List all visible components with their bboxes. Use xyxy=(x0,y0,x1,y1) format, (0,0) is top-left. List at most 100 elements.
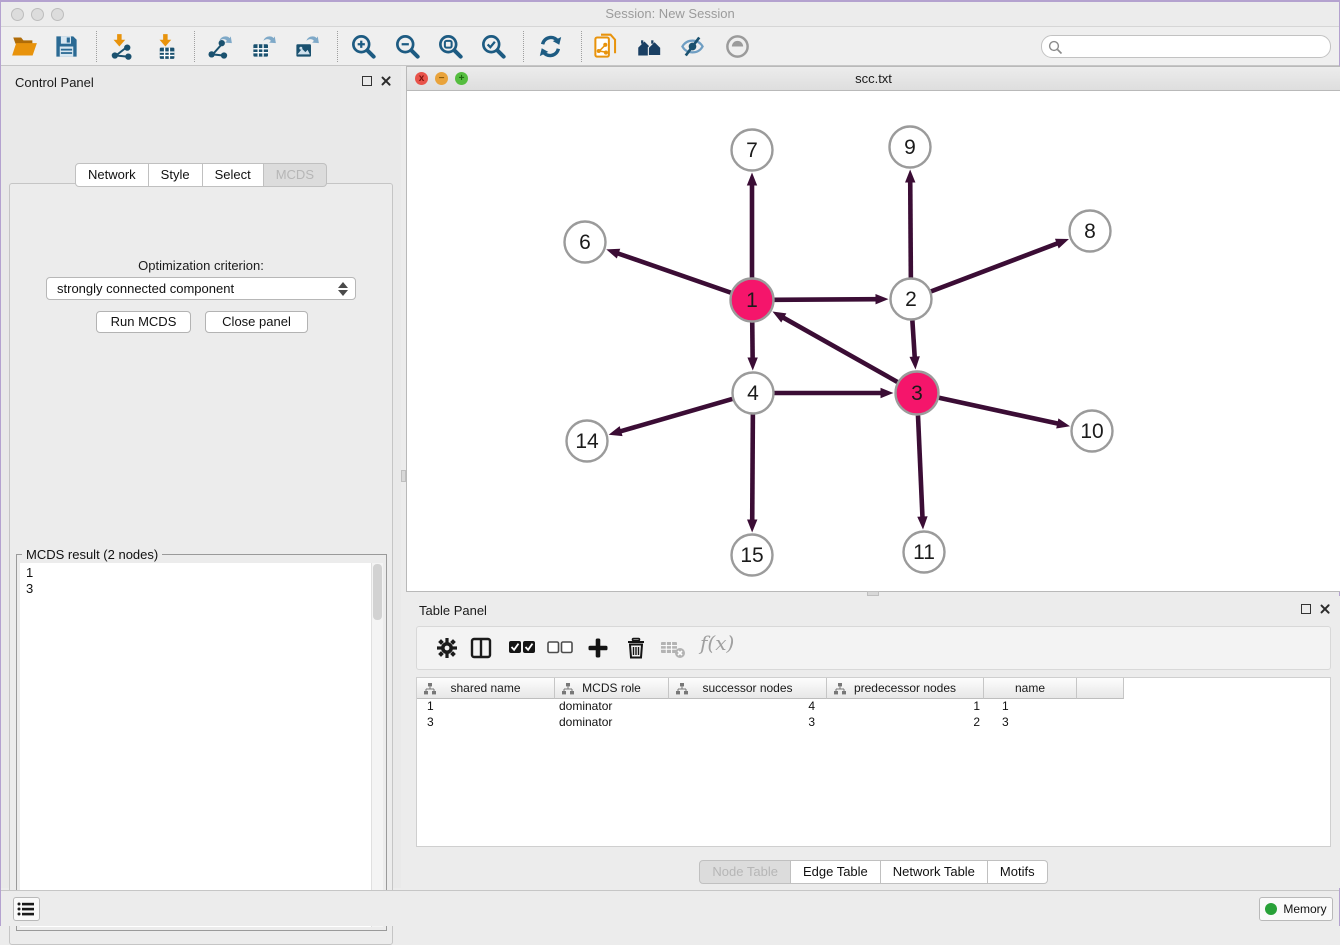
open-session-icon[interactable] xyxy=(11,33,38,60)
graph-node-7[interactable]: 7 xyxy=(732,130,773,171)
graph-node-4[interactable]: 4 xyxy=(733,373,774,414)
tab-edge-table[interactable]: Edge Table xyxy=(791,860,881,884)
zoom-selected-icon[interactable] xyxy=(480,33,507,60)
node-label: 3 xyxy=(911,382,923,405)
graph-node-1[interactable]: 1 xyxy=(731,279,774,322)
split-divider-handle[interactable] xyxy=(401,470,406,482)
export-network-icon[interactable] xyxy=(206,33,233,60)
table-row[interactable]: 1dominator411 xyxy=(417,699,1077,715)
table-cell[interactable]: dominator xyxy=(555,699,669,715)
control-panel-title: Control Panel xyxy=(15,75,94,90)
refresh-layout-icon[interactable] xyxy=(537,33,564,60)
table-cell[interactable]: 3 xyxy=(669,715,827,731)
mcds-result-list[interactable]: 1 3 xyxy=(20,563,383,927)
zoom-fit-icon[interactable] xyxy=(437,33,464,60)
graph-edge-2-8[interactable] xyxy=(931,239,1069,292)
graph-node-8[interactable]: 8 xyxy=(1070,211,1111,252)
show-all-networks-icon[interactable] xyxy=(636,33,663,60)
graph-edge-2-3[interactable] xyxy=(909,320,919,369)
table-cell[interactable]: 4 xyxy=(669,699,827,715)
tab-style[interactable]: Style xyxy=(149,163,203,187)
column-header-successor-nodes[interactable]: successor nodes xyxy=(669,678,827,699)
graph-edge-3-11[interactable] xyxy=(917,415,927,529)
memory-label: Memory xyxy=(1283,902,1326,916)
control-panel-float-icon[interactable] xyxy=(362,76,372,86)
export-image-icon[interactable] xyxy=(293,33,320,60)
table-cell[interactable]: 2 xyxy=(827,715,984,731)
tab-motifs[interactable]: Motifs xyxy=(988,860,1048,884)
tab-network-table[interactable]: Network Table xyxy=(881,860,988,884)
graph-edge-4-3[interactable] xyxy=(775,388,894,398)
status-bar: Memory xyxy=(1,890,1339,926)
table-cell[interactable]: 3 xyxy=(417,715,555,731)
memory-button[interactable]: Memory xyxy=(1259,897,1333,921)
hide-selected-icon[interactable] xyxy=(679,33,706,60)
run-mcds-button[interactable]: Run MCDS xyxy=(96,311,191,333)
graph-edge-3-10[interactable] xyxy=(939,398,1070,429)
add-column-icon[interactable] xyxy=(586,636,610,665)
delete-columns-icon[interactable] xyxy=(624,636,648,665)
tab-network[interactable]: Network xyxy=(75,163,149,187)
criterion-select[interactable]: strongly connected component xyxy=(46,277,356,300)
zoom-in-icon[interactable] xyxy=(350,33,377,60)
table-cell[interactable]: 1 xyxy=(984,699,1077,715)
graph-edge-1-2[interactable] xyxy=(774,294,888,304)
graph-node-9[interactable]: 9 xyxy=(890,127,931,168)
import-network-icon[interactable] xyxy=(107,33,134,60)
arrowhead-icon xyxy=(1056,418,1070,428)
delete-table-icon[interactable] xyxy=(660,641,686,664)
table-cell[interactable]: 1 xyxy=(827,699,984,715)
graph-node-6[interactable]: 6 xyxy=(565,222,606,263)
column-header-MCDS-role[interactable]: MCDS role xyxy=(555,678,669,699)
graph-edge-3-1[interactable] xyxy=(772,312,897,382)
tab-mcds[interactable]: MCDS xyxy=(264,163,327,187)
task-history-button[interactable] xyxy=(13,897,40,921)
column-header-name[interactable]: name xyxy=(984,678,1077,699)
control-panel-close-icon[interactable] xyxy=(380,75,391,86)
graph-edge-1-7[interactable] xyxy=(747,173,757,278)
table-panel-close-icon[interactable] xyxy=(1319,603,1330,614)
export-table-icon[interactable] xyxy=(250,33,277,60)
close-panel-button[interactable]: Close panel xyxy=(205,311,308,333)
control-panel-body: Optimization criterion: strongly connect… xyxy=(9,183,393,945)
table-panel-float-icon[interactable] xyxy=(1301,604,1311,614)
table-row[interactable]: 3dominator323 xyxy=(417,715,1077,731)
table-cell[interactable]: 3 xyxy=(984,715,1077,731)
network-graph[interactable]: 7 9 6 8 1 2 4 3 14 10 15 11 xyxy=(407,91,1340,591)
graph-edge-1-4[interactable] xyxy=(747,322,757,370)
show-columns-icon[interactable] xyxy=(469,636,493,665)
table-cell[interactable]: 1 xyxy=(417,699,555,715)
main-toolbar xyxy=(1,27,1339,66)
save-session-icon[interactable] xyxy=(53,33,80,60)
result-scrollbar[interactable] xyxy=(371,563,383,927)
tab-select[interactable]: Select xyxy=(203,163,264,187)
column-header-label: predecessor nodes xyxy=(854,681,956,695)
column-header-shared-name[interactable]: shared name xyxy=(417,678,555,699)
graph-edge-2-9[interactable] xyxy=(905,169,915,277)
column-header-predecessor-nodes[interactable]: predecessor nodes xyxy=(827,678,984,699)
search-field[interactable] xyxy=(1041,35,1331,58)
zoom-out-icon[interactable] xyxy=(394,33,421,60)
search-input[interactable] xyxy=(1066,37,1324,56)
function-builder-icon[interactable]: f(x) xyxy=(700,631,734,655)
copy-network-icon[interactable] xyxy=(592,33,619,60)
graph-node-3[interactable]: 3 xyxy=(896,372,939,415)
graph-node-15[interactable]: 15 xyxy=(732,535,773,576)
arrowhead-icon xyxy=(909,356,919,369)
table-settings-icon[interactable] xyxy=(435,636,459,665)
graph-node-14[interactable]: 14 xyxy=(567,421,608,462)
graph-edge-1-6[interactable] xyxy=(606,249,730,293)
graph-node-10[interactable]: 10 xyxy=(1072,411,1113,452)
tab-node-table[interactable]: Node Table xyxy=(699,860,791,884)
show-hidden-icon[interactable] xyxy=(724,33,751,60)
graph-edge-4-15[interactable] xyxy=(747,414,757,532)
import-table-icon[interactable] xyxy=(153,33,180,60)
graph-edge-4-14[interactable] xyxy=(609,399,733,436)
unselect-all-icon[interactable] xyxy=(547,640,573,660)
mcds-result-group: MCDS result (2 nodes) 1 3 xyxy=(16,554,387,931)
network-canvas[interactable]: 7 9 6 8 1 2 4 3 14 10 15 11 xyxy=(407,91,1340,591)
graph-node-11[interactable]: 11 xyxy=(904,532,945,573)
select-all-icon[interactable] xyxy=(509,640,535,660)
graph-node-2[interactable]: 2 xyxy=(891,279,932,320)
table-cell[interactable]: dominator xyxy=(555,715,669,731)
